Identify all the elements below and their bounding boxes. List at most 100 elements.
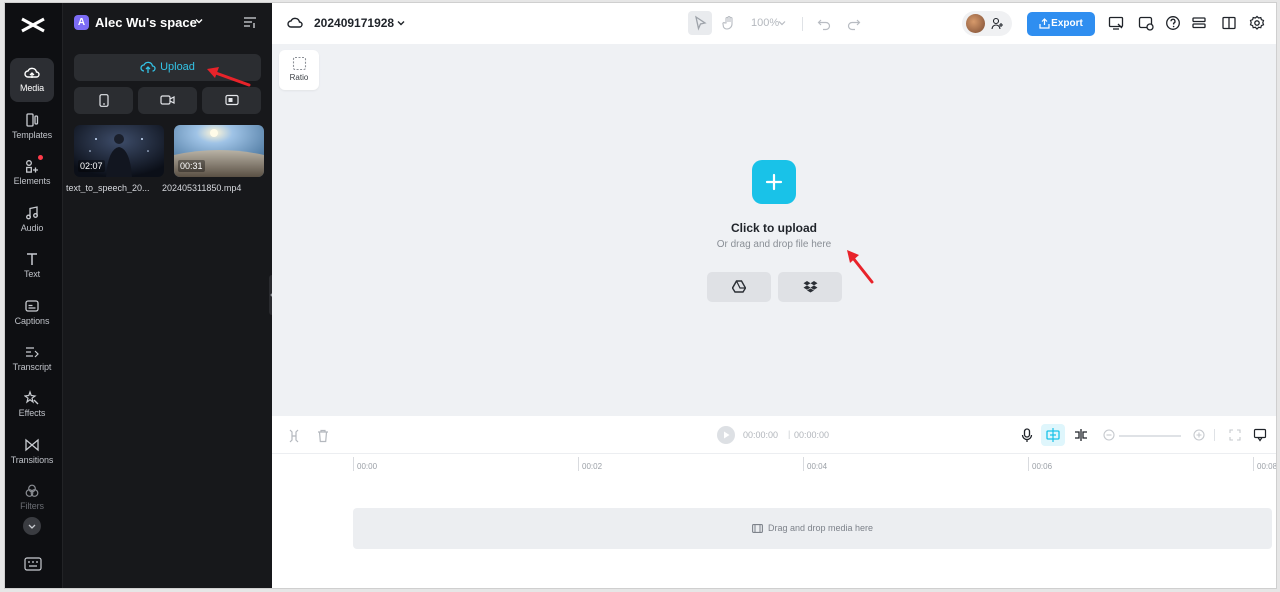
nav-label: Text <box>23 269 41 279</box>
nav-item-audio[interactable]: Audio <box>10 198 54 242</box>
magnet-snap-icon <box>1046 428 1060 442</box>
split-screen-icon[interactable] <box>1074 428 1088 442</box>
record-camera-button[interactable] <box>138 87 197 114</box>
nav-item-transcript[interactable]: Transcript <box>10 337 54 381</box>
workspace-badge: A <box>74 15 89 30</box>
phone-icon <box>98 94 109 107</box>
screen-record-button[interactable] <box>202 87 261 114</box>
ruler-label: 00:04 <box>807 462 828 471</box>
avatar[interactable] <box>966 14 985 33</box>
split-icon[interactable] <box>288 429 300 443</box>
redo-icon[interactable] <box>847 17 861 31</box>
time-separator: | <box>788 429 791 439</box>
text-t-icon <box>27 253 37 265</box>
zoom-in-icon[interactable] <box>1193 429 1205 441</box>
microphone-icon[interactable] <box>1021 428 1033 443</box>
nav-item-filters[interactable]: Filters <box>10 476 54 520</box>
settings-gear-icon[interactable] <box>1249 15 1265 31</box>
panel-menu-icon[interactable] <box>243 16 257 28</box>
nav-item-text[interactable]: Text <box>10 244 54 288</box>
dropbox-button[interactable] <box>778 272 842 302</box>
upload-button[interactable]: Upload <box>74 54 261 81</box>
transitions-icon <box>25 438 39 452</box>
chevron-down-icon[interactable] <box>396 18 406 28</box>
ratio-button[interactable]: Ratio <box>279 50 319 90</box>
click-to-upload-title[interactable]: Click to upload <box>674 221 874 235</box>
current-time: 00:00:00 <box>743 430 779 440</box>
ratio-label: Ratio <box>289 73 309 82</box>
nav-item-captions[interactable]: Captions <box>10 291 54 335</box>
ruler-tick <box>578 457 579 471</box>
nav-item-media[interactable]: Media <box>10 58 54 102</box>
capcut-logo <box>21 17 45 33</box>
auto-snap-toggle[interactable] <box>1041 424 1065 446</box>
elements-icon <box>26 160 38 173</box>
film-icon <box>752 524 763 533</box>
workspace-name[interactable]: Alec Wu's space <box>95 15 197 30</box>
screen-record-icon <box>224 94 239 106</box>
timeline-toolbar: 00:00:00 | 00:00:00 <box>272 416 1276 454</box>
nav-label: Transcript <box>12 362 52 372</box>
keyboard-shortcuts-icon[interactable] <box>24 557 42 571</box>
delete-icon[interactable] <box>317 429 329 443</box>
google-drive-button[interactable] <box>707 272 771 302</box>
media-filename: 202405311850.mp4 <box>162 183 242 193</box>
cloud-sync-icon <box>287 17 303 28</box>
present-icon[interactable] <box>1108 15 1124 31</box>
nav-label: Captions <box>14 316 50 326</box>
ruler-label: 00:06 <box>1032 462 1053 471</box>
chevron-down-icon[interactable] <box>778 19 786 27</box>
templates-icon <box>26 113 39 127</box>
timeline-zoom-slider[interactable] <box>1119 435 1181 437</box>
more-nav-button[interactable] <box>23 517 41 535</box>
media-thumbnail[interactable]: 02:07 <box>74 125 164 177</box>
zoom-level[interactable]: 100% <box>751 17 779 29</box>
export-icon <box>1039 18 1050 29</box>
drag-drop-hint: Or drag and drop file here <box>716 239 832 250</box>
captions-icon <box>25 300 39 312</box>
layers-icon[interactable] <box>1191 15 1207 31</box>
layout-panels-icon[interactable] <box>1221 15 1237 31</box>
upload-plus-button[interactable] <box>752 160 796 204</box>
transcript-icon <box>26 347 39 358</box>
collaborators[interactable] <box>962 11 1012 36</box>
feedback-icon[interactable] <box>1253 428 1267 442</box>
media-cloud-icon <box>24 67 40 78</box>
media-duration: 02:07 <box>78 160 105 172</box>
select-tool-button[interactable] <box>688 11 712 35</box>
left-nav: Media Templates Elements Audio Text Capt… <box>5 3 62 588</box>
record-camera-icon <box>160 95 175 105</box>
timeline-drop-zone[interactable]: Drag and drop media here <box>353 508 1272 549</box>
play-button[interactable] <box>717 426 735 444</box>
subscription-icon[interactable] <box>1138 15 1154 31</box>
fit-timeline-icon[interactable] <box>1229 429 1241 441</box>
nav-item-elements[interactable]: Elements <box>10 151 54 195</box>
nav-label: Media <box>19 83 44 93</box>
nav-item-effects[interactable]: Effects <box>10 383 54 427</box>
app-window: Media Templates Elements Audio Text Capt… <box>4 2 1277 589</box>
workspace-chevron-icon[interactable] <box>194 16 204 26</box>
effects-icon <box>24 390 39 405</box>
phone-upload-button[interactable] <box>74 87 133 114</box>
nav-item-transitions[interactable]: Transitions <box>10 430 54 474</box>
annotation-arrow <box>847 250 874 284</box>
nav-label: Templates <box>11 130 53 140</box>
upload-label: Upload <box>160 61 195 73</box>
media-panel: A Alec Wu's space Upload 02:07 text_to_s… <box>62 3 272 588</box>
zoom-out-icon[interactable] <box>1103 429 1115 441</box>
ruler-label: 00:00 <box>357 462 378 471</box>
drop-zone-label: Drag and drop media here <box>767 523 874 533</box>
add-user-icon[interactable] <box>991 17 1004 30</box>
divider <box>1214 429 1215 441</box>
nav-item-templates[interactable]: Templates <box>10 105 54 149</box>
ruler-label: 00:08 <box>1257 462 1277 471</box>
export-button[interactable]: Export <box>1027 12 1095 36</box>
project-name[interactable]: 202409171928 <box>314 16 394 30</box>
hand-tool-icon[interactable] <box>721 15 737 31</box>
play-icon <box>724 431 730 439</box>
media-thumbnail[interactable]: 00:31 <box>174 125 264 177</box>
undo-icon[interactable] <box>817 17 831 31</box>
help-icon[interactable] <box>1165 15 1181 31</box>
nav-label: Transitions <box>10 455 54 465</box>
pointer-icon <box>695 15 707 31</box>
